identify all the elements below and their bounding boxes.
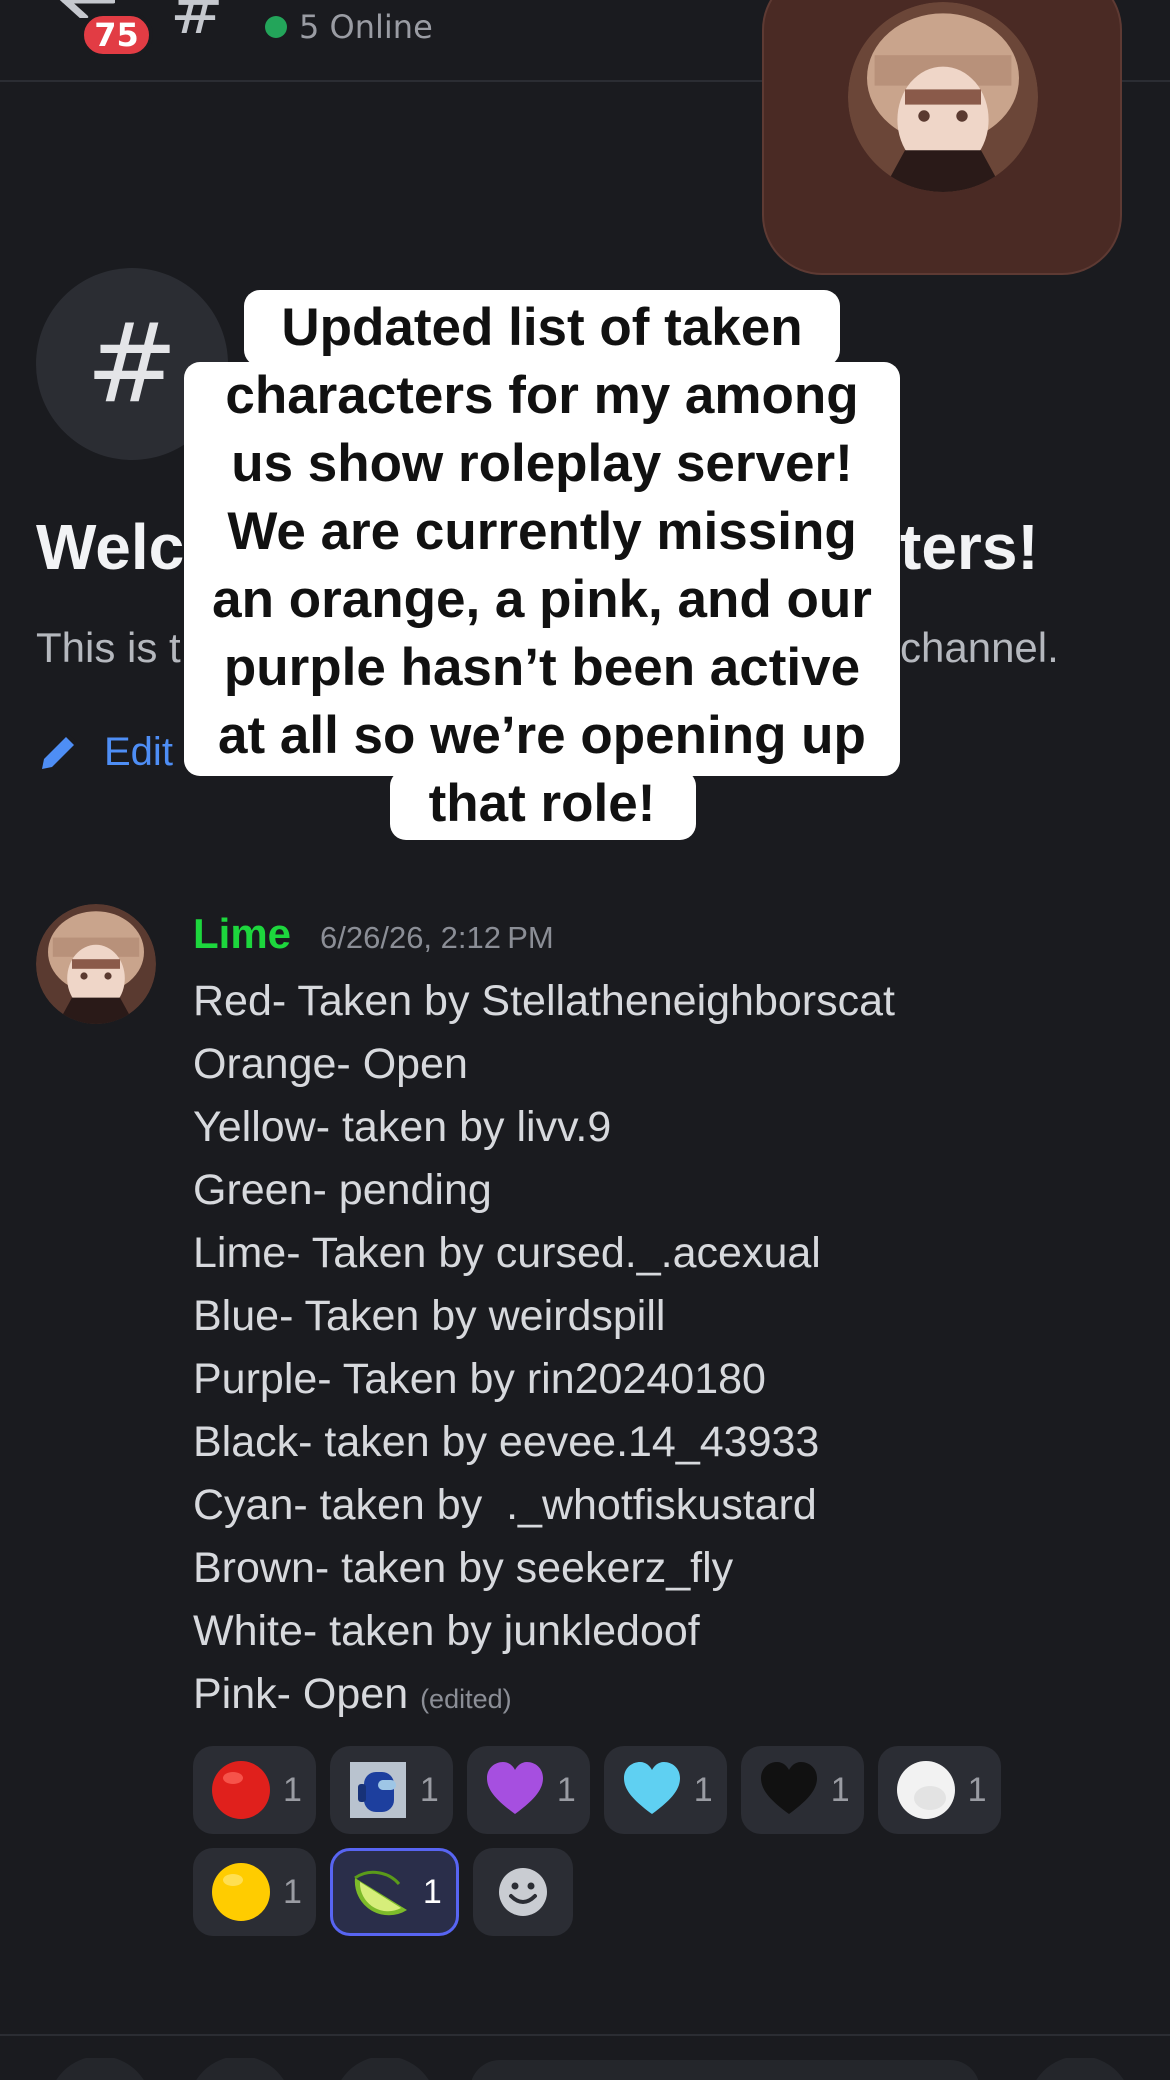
welcome-title-end: ters!	[900, 511, 1039, 583]
red-circle-emoji-icon	[212, 1761, 270, 1819]
reaction-lime[interactable]: 1	[329, 1848, 459, 1936]
add-reaction-smiley-icon	[498, 1868, 547, 1916]
reactions-bar: 1 1 1 1 1 1 1 1	[193, 1746, 1093, 1936]
reaction-count: 1	[422, 1872, 442, 1911]
unread-badge: 75	[80, 12, 153, 58]
caption-line: characters for my among	[225, 366, 859, 425]
message-line: Lime- Taken by cursed._.acexual	[193, 1229, 821, 1277]
among-us-blue-emoji-icon	[349, 1762, 406, 1818]
edit-label: Edit	[104, 730, 173, 774]
floating-video-window[interactable]	[762, 0, 1122, 275]
reaction-black-heart[interactable]: 1	[740, 1746, 864, 1834]
bottom-toolbar-edge	[56, 2058, 1124, 2080]
reaction-count: 1	[693, 1770, 713, 1809]
reaction-count: 1	[283, 1770, 302, 1809]
message-line: White- taken by junkledoof	[193, 1607, 700, 1655]
edit-channel-button[interactable]: Edit	[36, 730, 173, 775]
channel-description-start: This is t	[36, 624, 181, 671]
message-author[interactable]: Lime	[193, 910, 291, 958]
caption-line: that role!	[428, 774, 656, 833]
message-line: Cyan- taken by ._whotfiskustard	[193, 1481, 817, 1529]
black-heart-emoji-icon	[760, 1762, 817, 1814]
yellow-circle-emoji-icon	[212, 1863, 270, 1921]
caption-line: us show roleplay server!	[231, 434, 853, 493]
caption-line: at all so we’re opening up	[218, 706, 866, 765]
pip-avatar	[848, 2, 1038, 192]
message-content[interactable]: Red- Taken by Stellatheneighborscat Oran…	[193, 970, 1153, 1731]
message-timestamp: 6/26/26, 2:12 PM	[320, 920, 554, 955]
message-line-last: Pink- Open (edited)	[193, 1663, 1153, 1731]
online-status[interactable]: 5 Online	[265, 8, 433, 46]
author-avatar[interactable]	[36, 904, 156, 1024]
reaction-count: 1	[419, 1770, 439, 1809]
reaction-light-blue-heart[interactable]: 1	[603, 1746, 727, 1834]
reaction-white-circle[interactable]: 1	[877, 1746, 1001, 1834]
caption-line: purple hasn’t been active	[223, 638, 861, 697]
reaction-count: 1	[967, 1770, 987, 1809]
online-dot-icon	[265, 16, 287, 38]
reaction-purple-heart[interactable]: 1	[466, 1746, 590, 1834]
welcome-title-start: Welc	[36, 511, 185, 583]
message-line: Orange- Open	[193, 1040, 468, 1088]
channel-hash-icon: #	[170, 0, 224, 49]
overlay-caption: Updated list of taken characters for my …	[182, 290, 902, 850]
online-count: 5 Online	[299, 8, 433, 46]
add-reaction-button[interactable]	[472, 1848, 573, 1936]
caption-text: Updated list of taken characters for my …	[182, 290, 902, 838]
message-line: Green- pending	[193, 1166, 492, 1214]
edited-label: (edited)	[420, 1684, 512, 1714]
message-line: Red- Taken by Stellatheneighborscat	[193, 977, 895, 1025]
reaction-count: 1	[830, 1770, 850, 1809]
white-circle-emoji-icon	[896, 1761, 955, 1819]
message-line: Blue- Taken by weirdspill	[193, 1292, 666, 1340]
lime-emoji-icon	[354, 1870, 407, 1916]
channel-description-end: channel.	[900, 624, 1059, 671]
message-line: Yellow- taken by livv.9	[193, 1103, 612, 1151]
reaction-among-us-blue[interactable]: 1	[329, 1746, 453, 1834]
reaction-yellow-circle[interactable]: 1	[193, 1848, 316, 1936]
message-line: Black- taken by eevee.14_43933	[193, 1418, 820, 1466]
caption-line: an orange, a pink, and our	[212, 570, 872, 629]
light-blue-heart-emoji-icon	[623, 1762, 680, 1814]
caption-line: We are currently missing	[227, 502, 857, 561]
caption-line: Updated list of taken	[281, 298, 803, 357]
composer-divider	[0, 2034, 1170, 2036]
pencil-icon	[42, 733, 78, 769]
message-line: Brown- taken by seekerz_fly	[193, 1544, 734, 1592]
reaction-count: 1	[283, 1872, 302, 1911]
purple-heart-emoji-icon	[486, 1762, 543, 1814]
message-line: Purple- Taken by rin20240180	[193, 1355, 766, 1403]
message-line-text: Pink- Open	[193, 1670, 409, 1718]
reaction-red-circle[interactable]: 1	[193, 1746, 316, 1834]
reaction-count: 1	[556, 1770, 576, 1809]
